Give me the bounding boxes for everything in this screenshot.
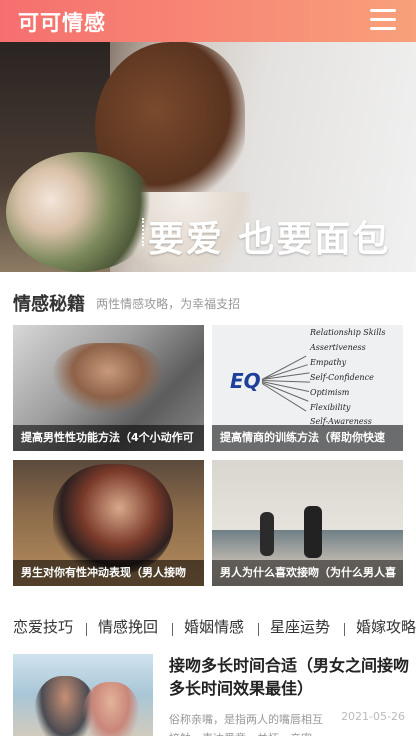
- eq-skill: Relationship Skills: [310, 328, 386, 337]
- card-photo: [53, 464, 173, 574]
- tab-divider: [86, 623, 87, 636]
- section-header: 情感秘籍 两性情感攻略，为幸福支招: [13, 290, 241, 315]
- eq-skill: Empathy: [310, 358, 347, 367]
- article-date: 2021-05-26: [341, 710, 405, 723]
- thumbnail-person: [83, 682, 139, 736]
- card-photo-person: [260, 512, 274, 556]
- tab-xingzuo[interactable]: 星座运势: [270, 614, 330, 640]
- article-thumbnail: [13, 654, 153, 736]
- eq-skill: Optimism: [310, 388, 350, 397]
- article-card-1[interactable]: 提高男性性功能方法（4个小动作可: [13, 325, 204, 451]
- tab-divider: [344, 623, 345, 636]
- tab-divider: [258, 623, 259, 636]
- card-caption: 男生对你有性冲动表现（男人接吻: [13, 560, 204, 586]
- site-logo[interactable]: 可可情感: [18, 7, 106, 37]
- eq-skill: Flexibility: [310, 403, 351, 412]
- card-photo-person: [304, 506, 322, 558]
- section-subtitle: 两性情感攻略，为幸福支招: [96, 296, 241, 311]
- category-tabs: 恋爱技巧 情感挽回 婚姻情感 星座运势 婚嫁攻略: [0, 614, 416, 640]
- eq-skill: Assertiveness: [310, 343, 366, 352]
- hamburger-menu-icon[interactable]: [370, 9, 396, 31]
- tab-hunjia[interactable]: 婚嫁攻略: [356, 614, 416, 640]
- card-caption: 男人为什么喜欢接吻（为什么男人喜: [212, 560, 403, 586]
- article-excerpt: 俗称亲嘴，是指两人的嘴唇相互接触，表达爱意、关怀、亲密: [169, 713, 323, 736]
- article-card-2[interactable]: EQ Relationship Skills Assertiveness Emp…: [212, 325, 403, 451]
- eq-skill: Self-Confidence: [310, 373, 374, 382]
- article-list-item[interactable]: 接吻多长时间合适（男女之间接吻多长时间效果最佳） 俗称亲嘴，是指两人的嘴唇相互接…: [13, 654, 409, 736]
- tab-wanhui[interactable]: 情感挽回: [98, 614, 158, 640]
- banner-decoration: [142, 218, 144, 246]
- banner-photo-bouquet: [6, 152, 156, 272]
- tab-divider: [172, 623, 173, 636]
- top-header: 可可情感: [0, 0, 416, 42]
- article-title[interactable]: 接吻多长时间合适（男女之间接吻多长时间效果最佳）: [169, 654, 409, 700]
- card-caption: 提高男性性功能方法（4个小动作可: [13, 425, 204, 451]
- card-caption: 提高情商的训练方法（帮助你快速: [212, 425, 403, 451]
- banner-slogan: 要爱 也要面包: [148, 219, 391, 260]
- tab-hunyin[interactable]: 婚姻情感: [184, 614, 244, 640]
- section-title: 情感秘籍: [13, 294, 85, 315]
- article-card-4[interactable]: 男人为什么喜欢接吻（为什么男人喜: [212, 460, 403, 586]
- hero-banner[interactable]: 要爱 也要面包: [0, 42, 416, 272]
- tab-lianai[interactable]: 恋爱技巧: [13, 614, 73, 640]
- card-photo: [53, 343, 163, 413]
- eq-label: EQ: [230, 369, 261, 393]
- article-card-3[interactable]: 男生对你有性冲动表现（男人接吻: [13, 460, 204, 586]
